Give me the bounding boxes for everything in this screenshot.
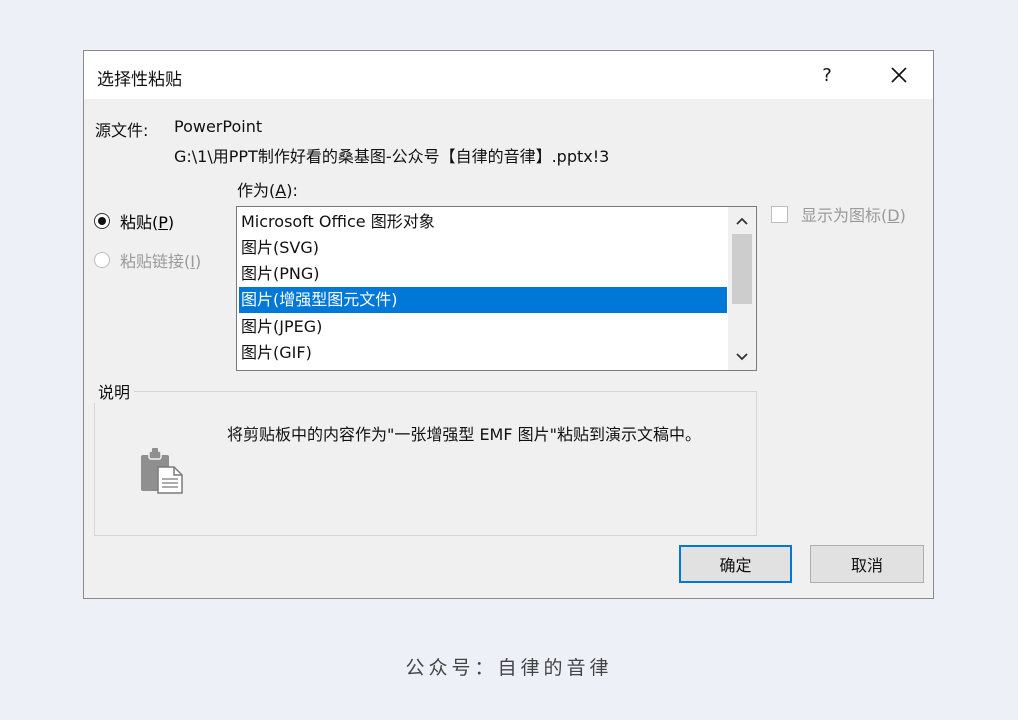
close-button[interactable]	[879, 59, 919, 91]
description-text: 将剪贴板中的内容作为"一张增强型 EMF 图片"粘贴到演示文稿中。	[227, 425, 702, 444]
radio-paste-text: 粘贴(	[120, 213, 159, 232]
description-group-label: 说明	[94, 379, 135, 403]
checkbox-box[interactable]	[771, 205, 788, 223]
listbox-scrollbar[interactable]	[728, 207, 756, 370]
paste-special-dialog: 选择性粘贴 ? 源文件: PowerPoint G:\1\用PPT制作好看的桑基…	[83, 50, 934, 599]
radio-paste[interactable]: 粘贴(P)	[94, 209, 174, 233]
list-item[interactable]: Microsoft Office 图形对象	[239, 209, 727, 235]
as-label-text: 作为(	[237, 181, 276, 200]
list-item[interactable]: 图片(PNG)	[239, 261, 727, 287]
clipboard-icon	[138, 447, 186, 499]
radio-paste-key: P	[158, 213, 168, 232]
radio-link-end: )	[194, 252, 202, 271]
display-as-icon-label: 显示为图标(D)	[801, 202, 906, 226]
chevron-up-icon	[736, 217, 748, 225]
checkbox-end: )	[899, 206, 906, 225]
as-label-end: ):	[286, 181, 298, 200]
description-group	[94, 391, 757, 536]
radio-paste-end: )	[167, 213, 175, 232]
list-item[interactable]: 图片(JPEG)	[239, 314, 727, 340]
radio-paste-link[interactable]: 粘贴链接(I)	[94, 248, 201, 272]
radio-paste-circle[interactable]	[94, 213, 110, 229]
radio-paste-link-label: 粘贴链接(I)	[120, 248, 201, 272]
help-button[interactable]: ?	[810, 59, 844, 91]
title-bar: 选择性粘贴 ?	[84, 51, 933, 99]
ok-button[interactable]: 确定	[679, 545, 792, 583]
source-app: PowerPoint	[174, 117, 263, 136]
list-item-selected[interactable]: 图片(增强型图元文件)	[239, 287, 727, 313]
close-icon	[891, 67, 907, 83]
checkbox-text: 显示为图标(	[801, 206, 888, 225]
radio-paste-label: 粘贴(P)	[120, 209, 174, 233]
as-label-key: A	[275, 181, 287, 200]
chevron-down-icon	[736, 353, 748, 361]
list-item[interactable]: 图片(GIF)	[239, 340, 727, 366]
scroll-thumb[interactable]	[732, 234, 752, 304]
scroll-down-button[interactable]	[728, 345, 756, 369]
radio-paste-link-circle[interactable]	[94, 252, 110, 268]
list-item[interactable]: 图片(SVG)	[239, 235, 727, 261]
source-path: G:\1\用PPT制作好看的桑基图-公众号【自律的音律】.pptx!3	[174, 147, 610, 166]
caption-text: 公众号：自律的音律	[405, 657, 613, 679]
display-as-icon-checkbox[interactable]: 显示为图标(D)	[771, 202, 906, 226]
radio-link-text: 粘贴链接(	[120, 252, 191, 271]
source-label: 源文件:	[95, 121, 149, 140]
as-label: 作为(A):	[237, 177, 298, 201]
checkbox-key: D	[887, 206, 900, 225]
dialog-title: 选择性粘贴	[97, 70, 182, 90]
cancel-button[interactable]: 取消	[810, 545, 924, 583]
paste-as-listbox[interactable]: Microsoft Office 图形对象 图片(SVG) 图片(PNG) 图片…	[236, 206, 757, 371]
scroll-up-button[interactable]	[728, 209, 756, 233]
